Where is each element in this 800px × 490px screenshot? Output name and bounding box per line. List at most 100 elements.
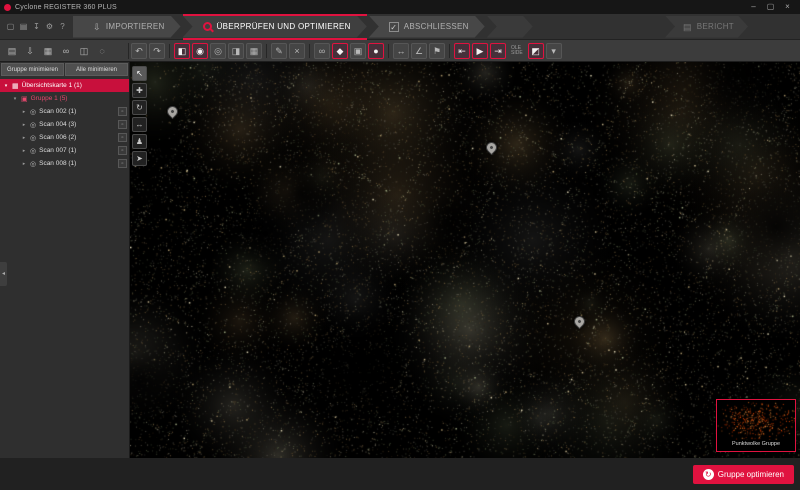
sitemap-panel-icon[interactable]: ▦ [40, 43, 56, 59]
link-icon[interactable]: ∞ [314, 43, 330, 59]
view-mode-icon[interactable]: ◩ [528, 43, 544, 59]
help-icon[interactable]: ? [57, 21, 68, 32]
report-icon: ▤ [683, 22, 692, 32]
link-panel-icon[interactable]: ∞ [58, 43, 74, 59]
play-icon[interactable]: ▶ [472, 43, 488, 59]
expander-icon[interactable]: ▾ [3, 83, 9, 89]
pin-icon[interactable]: ◆ [332, 43, 348, 59]
grid-view-icon[interactable]: ▦ [246, 43, 262, 59]
pano-icon[interactable]: ● [368, 43, 384, 59]
toolbar-separator [309, 44, 310, 58]
stage-label: BERICHT [697, 22, 734, 31]
title-bar: Cyclone REGISTER 360 PLUS – ▢ × [0, 0, 800, 14]
bundle-panel-icon[interactable]: ◫ [76, 43, 92, 59]
main-toolbar: ▤⇩▦∞◫◌ ↶↷◧◉◎◨▦✎×∞◆▣●↔∠⚑⇤▶⇥ OLE SIDE ◩▾ [0, 40, 800, 62]
stage-label: IMPORTIEREN [106, 22, 165, 31]
scan-thumbnail-icon[interactable]: ▫ [118, 120, 127, 129]
stage-importieren[interactable]: ⇩ IMPORTIEREN [73, 16, 181, 38]
tree-item-group-1[interactable]: ▾▣Gruppe 1 (5) [0, 92, 129, 105]
tree-item-label: Scan 007 (1) [39, 147, 76, 154]
redo-icon[interactable]: ↷ [149, 43, 165, 59]
tree-item-scan-007[interactable]: ▸◎Scan 007 (1)▫ [0, 144, 129, 157]
group-preview-thumbnail[interactable]: Punktwolke Gruppe [716, 399, 796, 452]
expander-icon[interactable]: ▸ [21, 161, 27, 167]
toolbar-separator [169, 44, 170, 58]
tree-item-scan-002[interactable]: ▸◎Scan 002 (1)▫ [0, 105, 129, 118]
orbit-tool-icon[interactable]: ↻ [132, 100, 147, 115]
camera-icon[interactable]: ▣ [350, 43, 366, 59]
stage-ueberpruefen-active[interactable]: ÜBERPRÜFEN UND OPTIMIEREN [183, 14, 367, 40]
tree-item-label: Scan 008 (1) [39, 160, 76, 167]
expander-icon[interactable]: ▸ [21, 122, 27, 128]
window-controls: – ▢ × [745, 0, 796, 14]
sidebar-collapse-handle[interactable]: ◂ [0, 262, 7, 286]
group-preview-canvas [717, 400, 795, 440]
project-tree: ▾▦Übersichtskarte 1 (1)▾▣Gruppe 1 (5)▸◎S… [0, 79, 129, 170]
tree-item-label: Scan 002 (1) [39, 108, 76, 115]
group-icon: ▣ [21, 95, 28, 103]
scan-thumbnail-icon[interactable]: ▫ [118, 133, 127, 142]
view-icon-strip: ◩▾ [528, 43, 562, 59]
optimize-icon: ↻ [703, 469, 714, 480]
seek-prev-icon[interactable]: ⇤ [454, 43, 470, 59]
scan-icon: ◎ [30, 160, 36, 168]
expander-icon[interactable]: ▸ [21, 135, 27, 141]
annotation-icon[interactable]: ⚑ [429, 43, 445, 59]
minimize-button[interactable]: – [745, 0, 762, 14]
collapse-all-button[interactable]: Alle minimieren [65, 63, 128, 76]
tree-item-overview-map[interactable]: ▾▦Übersichtskarte 1 (1) [0, 79, 129, 92]
view-dropdown-icon[interactable]: ▾ [546, 43, 562, 59]
viewport-3d[interactable]: ↖ ✚ ↻ ↔ ♟ ➤ Punktwolke Gruppe [130, 62, 800, 458]
new-project-icon[interactable]: ▢ [5, 21, 16, 32]
auto-cloud-icon[interactable]: ◉ [192, 43, 208, 59]
group-preview-caption: Punktwolke Gruppe [717, 440, 795, 447]
open-project-icon[interactable]: ▤ [18, 21, 29, 32]
tree-item-scan-004[interactable]: ▸◎Scan 004 (3)▫ [0, 118, 129, 131]
target-registration-icon[interactable]: ◎ [210, 43, 226, 59]
project-sidebar: Gruppe minimieren Alle minimieren ▾▦Über… [0, 62, 130, 458]
scan-thumbnail-icon[interactable]: ▫ [118, 159, 127, 168]
navigate-tool-icon[interactable]: ➤ [132, 151, 147, 166]
visual-alignment-icon[interactable]: ◧ [174, 43, 190, 59]
tree-item-scan-008[interactable]: ▸◎Scan 008 (1) ▫ [0, 157, 129, 170]
settings-icon[interactable]: ⚙ [44, 21, 55, 32]
app-logo-icon [4, 4, 11, 11]
stage-label: ÜBERPRÜFEN UND OPTIMIEREN [217, 22, 351, 31]
delete-icon[interactable]: × [289, 43, 305, 59]
expander-icon[interactable]: ▸ [21, 109, 27, 115]
tree-item-label: Gruppe 1 (5) [31, 95, 68, 102]
eraser-icon[interactable]: ✎ [271, 43, 287, 59]
measure-angle-icon[interactable]: ∠ [411, 43, 427, 59]
tree-item-label: Scan 004 (3) [39, 121, 76, 128]
stage-abschliessen[interactable]: ✓ ABSCHLIESSEN [369, 16, 485, 38]
toolbar-separator [388, 44, 389, 58]
close-button[interactable]: × [779, 0, 796, 14]
expander-icon[interactable]: ▸ [21, 148, 27, 154]
stage-bericht[interactable]: ▤ BERICHT [665, 16, 748, 38]
expander-icon[interactable]: ▾ [12, 96, 18, 102]
save-project-icon[interactable]: ↧ [31, 21, 42, 32]
optimize-group-button[interactable]: ↻ Gruppe optimieren [693, 465, 794, 484]
measure-distance-icon[interactable]: ↔ [393, 43, 409, 59]
scan-thumbnail-icon[interactable]: ▫ [118, 146, 127, 155]
collapse-group-button[interactable]: Gruppe minimieren [1, 63, 64, 76]
split-view-icon[interactable]: ◨ [228, 43, 244, 59]
scan-icon: ◎ [30, 134, 36, 142]
check-icon: ✓ [389, 22, 399, 32]
avatar-view-icon[interactable]: ♟ [132, 134, 147, 149]
pan-tool-icon[interactable]: ✚ [132, 83, 147, 98]
scan-thumbnail-icon[interactable]: ▫ [118, 107, 127, 116]
undo-icon[interactable]: ↶ [131, 43, 147, 59]
tree-item-label: Übersichtskarte 1 (1) [22, 82, 82, 89]
point-cloud-canvas[interactable] [130, 62, 800, 458]
select-tool-icon[interactable]: ↖ [132, 66, 147, 81]
maximize-button[interactable]: ▢ [762, 0, 779, 14]
window-title: Cyclone REGISTER 360 PLUS [15, 4, 117, 11]
measure-tool-icon[interactable]: ↔ [132, 117, 147, 132]
menu-icon-strip: ▢▤↧⚙? [0, 21, 73, 32]
project-panel-icon[interactable]: ▤ [4, 43, 20, 59]
import-panel-icon[interactable]: ⇩ [22, 43, 38, 59]
tree-item-scan-006[interactable]: ▸◎Scan 006 (2)▫ [0, 131, 129, 144]
search-panel-icon[interactable]: ◌ [94, 43, 110, 59]
seek-next-icon[interactable]: ⇥ [490, 43, 506, 59]
